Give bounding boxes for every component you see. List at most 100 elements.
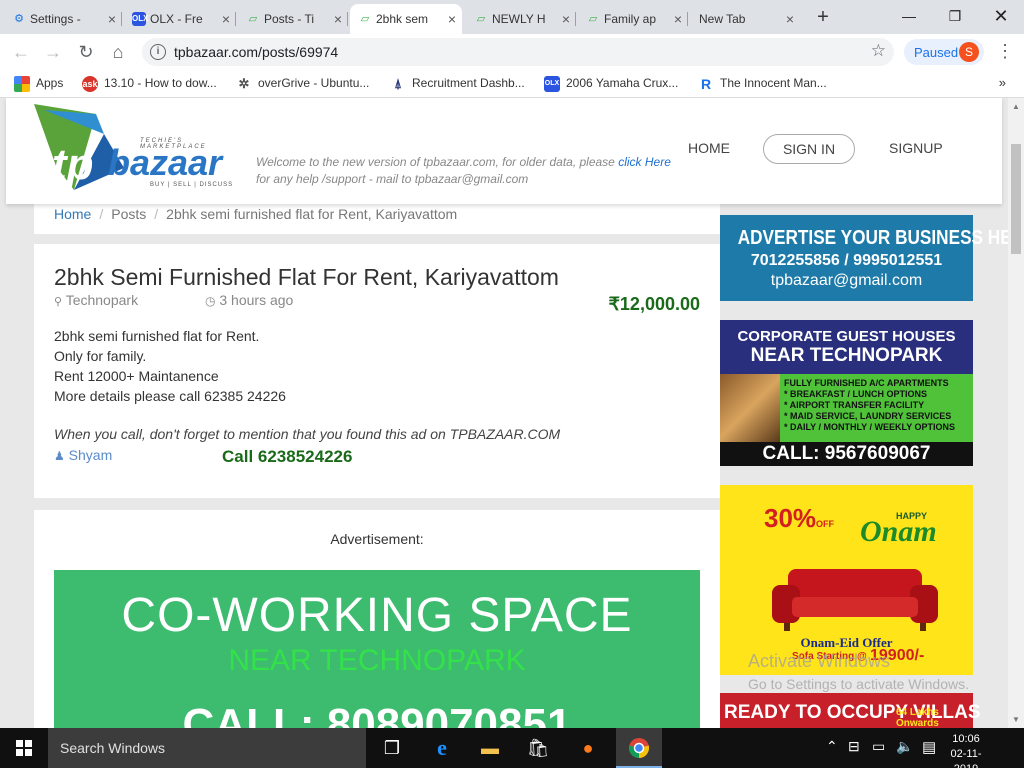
gear-icon: ⚙ (14, 13, 24, 25)
close-icon[interactable]: × (334, 11, 342, 27)
breadcrumb: Home / Posts/2bhk semi furnished flat for … (54, 206, 458, 222)
battery-icon[interactable]: ▭ (872, 738, 885, 755)
profile-button[interactable]: Paused S (904, 39, 984, 65)
guest-house-features: FULLY FURNISHED A/C APARTMENTS * BREAKFA… (780, 374, 973, 442)
volume-icon[interactable]: 🔈 (896, 738, 913, 755)
restore-button[interactable]: ❐ (932, 2, 978, 30)
breadcrumb-posts[interactable]: Posts (111, 206, 146, 222)
close-icon[interactable]: × (222, 11, 230, 27)
sign-in-button[interactable]: SIGN IN (763, 134, 855, 164)
olx-icon: OLX (544, 76, 560, 92)
ask-icon: ask (82, 76, 98, 92)
chrome-icon (628, 738, 650, 758)
advertisement-card: Advertisement: CO-WORKING SPACE NEAR TEC… (34, 510, 720, 728)
tab-family[interactable]: ▱ Family ap × (578, 4, 688, 34)
nav-signup[interactable]: SIGNUP (889, 140, 943, 156)
minimize-button[interactable]: — (886, 2, 932, 30)
tab-newly[interactable]: ▱ NEWLY H × (466, 4, 576, 34)
olx-icon: OLX (132, 12, 148, 26)
close-icon[interactable]: × (674, 11, 682, 27)
url-text[interactable]: tpbazaar.com/posts/69974 (174, 44, 338, 60)
bookmark-recruitment[interactable]: ⍋ Recruitment Dashb... (390, 76, 525, 91)
apps-icon (14, 76, 30, 92)
chrome-taskbar-button[interactable] (616, 728, 662, 768)
bookmark-ask[interactable]: ask 13.10 - How to dow... (82, 76, 217, 92)
bookmarks-overflow-icon[interactable]: » (999, 75, 1006, 90)
onam-sofa-ad[interactable]: 30%OFF HAPPY Onam Onam-Eid Offer Sofa St… (720, 485, 973, 675)
tab-posts[interactable]: ▱ Posts - Ti × (238, 4, 348, 34)
logo-tp: tp (52, 140, 94, 189)
mention-note: When you call, don't forget to mention t… (54, 426, 561, 442)
more-menu-icon[interactable]: ⋮ (996, 42, 1014, 60)
advertise-business-ad[interactable]: ADVERTISE YOUR BUSINESS HERE 7012255856 … (720, 215, 1008, 301)
close-icon[interactable]: × (786, 11, 794, 27)
breadcrumb-current: 2bhk semi furnished flat for Rent, Kariy… (166, 206, 458, 222)
sidebar-ads: ADVERTISE YOUR BUSINESS HERE 7012255856 … (720, 204, 1008, 728)
coworking-ad-subtitle: NEAR TECHNOPARK (228, 644, 526, 677)
sofa-icon (772, 569, 938, 631)
action-center-icon[interactable]: ▤ (922, 738, 936, 756)
page-scrollbar[interactable]: ▲ ▼ (1008, 98, 1024, 728)
bookmarks-bar: Apps ask 13.10 - How to dow... ✲ overGri… (0, 70, 1024, 98)
site-header: TECHIE'S MARKETPLACE tp bazaar BUY | SEL… (6, 98, 1002, 204)
logo-bazaar: bazaar (108, 142, 223, 183)
new-tab-button[interactable]: + (811, 6, 835, 29)
post-title: 2bhk Semi Furnished Flat For Rent, Kariy… (54, 264, 559, 290)
bookmark-apps[interactable]: Apps (14, 76, 63, 92)
logo-subtag: BUY | SELL | DISCUSS (150, 182, 234, 188)
click-here-link[interactable]: click Here (618, 155, 671, 169)
reload-icon[interactable]: ↻ (75, 41, 97, 63)
recruitment-icon: ⍋ (394, 76, 402, 91)
close-window-button[interactable]: ✕ (978, 2, 1024, 30)
network-icon[interactable]: ⊟ (848, 738, 860, 755)
edge-icon[interactable]: e (427, 734, 457, 762)
bookmark-star-icon[interactable]: ☆ (871, 41, 886, 61)
post-price: ₹12,000.00 (608, 294, 700, 314)
browser-toolbar: ← → ↻ ⌂ i tpbazaar.com/posts/69974 ☆ Pau… (0, 34, 1024, 70)
apartment-photo (720, 374, 780, 442)
taskbar-search[interactable]: Search Windows (48, 728, 366, 768)
close-icon[interactable]: × (108, 11, 116, 27)
guest-house-ad[interactable]: CORPORATE GUEST HOUSES NEAR TECHNOPARK F… (720, 320, 973, 466)
nav-home[interactable]: HOME (688, 140, 730, 156)
forward-icon[interactable]: → (42, 41, 64, 63)
tpbazaar-favicon: ▱ (360, 13, 370, 25)
tpbazaar-favicon: ▱ (476, 13, 486, 25)
bookmark-yamaha[interactable]: OLX 2006 Yamaha Crux... (544, 76, 678, 92)
system-clock[interactable]: 10:06 02-11-2019 (940, 732, 992, 768)
info-icon[interactable]: i (150, 44, 166, 60)
post-user[interactable]: ♟ Shyam (54, 447, 112, 463)
coworking-ad-banner[interactable]: CO-WORKING SPACE NEAR TECHNOPARK CALL: 8… (54, 570, 700, 728)
villas-ad[interactable]: READY TO OCCUPY VILLAS 64 Lakhs Onwards (720, 693, 981, 728)
back-icon[interactable]: ← (10, 41, 32, 63)
tab-new-tab[interactable]: New Tab × (690, 4, 800, 34)
activate-windows-watermark: Activate Windows Go to Settings to activ… (748, 651, 969, 692)
advertisement-label: Advertisement: (330, 531, 424, 547)
coworking-ad-call: CALL: 8089070851 (182, 700, 572, 728)
home-icon[interactable]: ⌂ (107, 41, 129, 63)
tpbazaar-favicon: ▱ (248, 13, 258, 25)
address-bar[interactable]: i tpbazaar.com/posts/69974 ☆ (142, 38, 894, 66)
breadcrumb-home[interactable]: Home (54, 206, 91, 222)
tray-chevron-icon[interactable]: ⌃ (826, 738, 838, 755)
firefox-icon[interactable]: ● (573, 734, 603, 762)
call-number[interactable]: Call 6238524226 (222, 447, 352, 467)
close-icon[interactable]: × (448, 11, 456, 27)
tab-olx[interactable]: OLX OLX - Fre × (124, 4, 236, 34)
scroll-down-icon[interactable]: ▼ (1012, 715, 1020, 724)
task-view-icon[interactable]: ❐ (377, 734, 407, 762)
close-icon[interactable]: × (562, 11, 570, 27)
tpbazaar-logo[interactable]: TECHIE'S MARKETPLACE tp bazaar BUY | SEL… (34, 104, 242, 190)
scrollbar-thumb[interactable] (1011, 144, 1021, 254)
scroll-up-icon[interactable]: ▲ (1012, 102, 1020, 111)
bookmark-overgrive[interactable]: ✲ overGrive - Ubuntu... (236, 76, 370, 91)
file-explorer-icon[interactable]: ▬ (475, 734, 505, 762)
clock-icon: ◷ (205, 294, 216, 308)
tab-settings[interactable]: ⚙ Settings - × (4, 4, 122, 34)
taskbar: Search Windows ❐ e ▬ 🛍 ● ⌃ ⊟ ▭ 🔈 ▤ 10:06… (0, 728, 1024, 768)
bookmark-innocent-man[interactable]: R The Innocent Man... (698, 76, 827, 92)
tab-2bhk[interactable]: ▱ 2bhk sem × (350, 4, 462, 34)
map-marker-icon: ⚲ (54, 296, 63, 308)
store-icon[interactable]: 🛍 (523, 734, 553, 762)
start-button[interactable] (0, 728, 48, 768)
